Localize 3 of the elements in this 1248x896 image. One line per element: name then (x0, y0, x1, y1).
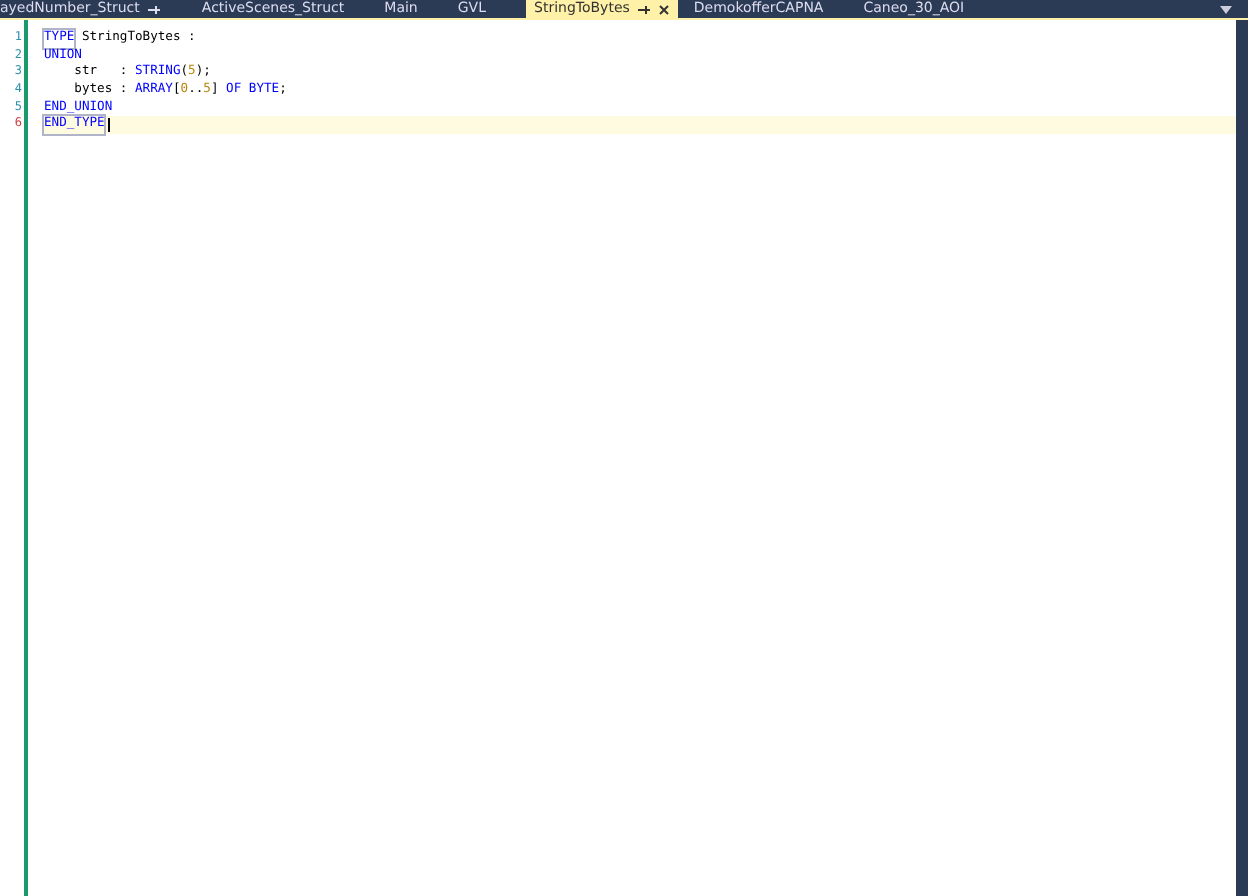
close-icon[interactable] (657, 3, 670, 15)
pin-icon[interactable] (635, 3, 652, 15)
dropdown-icon[interactable] (1220, 5, 1232, 13)
